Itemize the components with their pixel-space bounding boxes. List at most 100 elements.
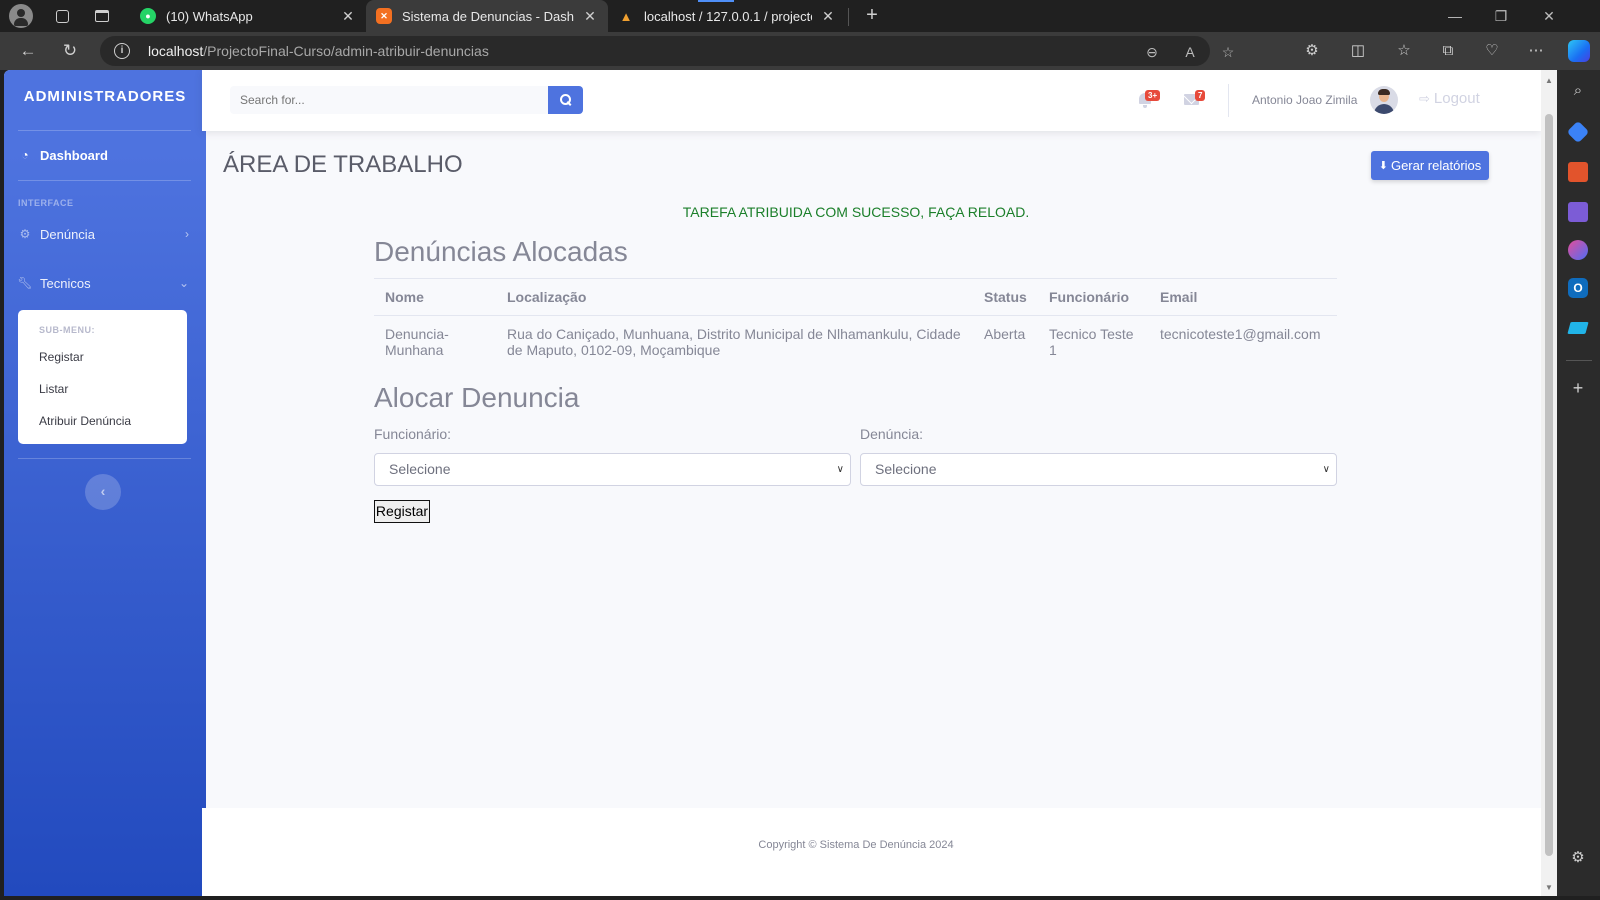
search-icon[interactable]: ⌕: [1568, 82, 1588, 102]
sidebar-item-tecnicos[interactable]: 🔧︎ Tecnicos ⌄: [17, 271, 191, 295]
submenu-item-registar[interactable]: Registar: [39, 350, 84, 364]
submenu-item-listar[interactable]: Listar: [39, 382, 68, 396]
tecnicos-submenu: SUB-MENU: Registar Listar Atribuir Denún…: [18, 310, 187, 444]
cell-status: Aberta: [973, 315, 1038, 368]
scrollbar-thumb[interactable]: [1545, 114, 1553, 856]
favorite-star-icon[interactable]: ☆: [1218, 42, 1238, 62]
tools-briefcase-icon[interactable]: [1568, 162, 1588, 182]
employee-label: Funcionário:: [374, 426, 452, 442]
games-icon[interactable]: [1568, 202, 1588, 222]
cell-email: tecnicoteste1@gmail.com: [1149, 315, 1337, 368]
scroll-up-arrow-icon[interactable]: ▲: [1544, 76, 1554, 85]
allocated-complaints-title: Denúncias Alocadas: [374, 236, 628, 267]
sidebar-divider: [1566, 360, 1592, 361]
avatar[interactable]: [1370, 86, 1398, 114]
complaint-select[interactable]: Selecione ∨: [860, 453, 1337, 486]
workspaces-icon[interactable]: [50, 4, 74, 28]
search-icon: [559, 94, 572, 106]
search-input[interactable]: [230, 86, 548, 114]
browser-tab-whatsapp[interactable]: ● (10) WhatsApp ✕: [130, 0, 366, 32]
restore-button[interactable]: ❐: [1486, 4, 1516, 28]
page-viewport: ADMINISTRADORES ◔ Dashboard INTERFACE ⚙ …: [4, 70, 1557, 896]
complaint-select-value: Selecione: [875, 461, 937, 477]
add-icon[interactable]: +: [1568, 378, 1588, 398]
alerts-badge: 3+: [1145, 90, 1161, 101]
sidebar-toggle-button[interactable]: ‹: [85, 474, 121, 510]
browser-tab-phpmyadmin[interactable]: ▲ localhost / 127.0.0.1 / projectofinal …: [608, 0, 846, 32]
minimize-button[interactable]: —: [1440, 4, 1470, 28]
close-tab-icon[interactable]: ✕: [582, 8, 598, 25]
browser-address-bar: ← ↻ i localhost/ProjectoFinal-Curso/admi…: [0, 32, 1600, 70]
tab-title: localhost / 127.0.0.1 / projectofinal: [644, 8, 812, 24]
site-info-icon[interactable]: i: [114, 43, 130, 59]
close-window-button[interactable]: ✕: [1534, 4, 1564, 28]
browser-tab-dashboard[interactable]: ✕ Sistema de Denuncias - Dashboard ✕: [366, 0, 608, 32]
footer: Copyright © Sistema De Denúncia 2024: [202, 808, 1541, 896]
tab-actions-icon[interactable]: [90, 4, 114, 28]
close-tab-icon[interactable]: ✕: [340, 8, 356, 25]
scroll-down-arrow-icon[interactable]: ▼: [1544, 883, 1554, 892]
outlook-icon[interactable]: O: [1568, 278, 1588, 298]
shopping-tag-icon[interactable]: [1566, 120, 1590, 144]
page-title: ÁREA DE TRABALHO: [223, 151, 463, 178]
settings-gear-icon[interactable]: ⚙: [1568, 848, 1588, 868]
messages-badge: 7: [1195, 90, 1206, 101]
zoom-icon[interactable]: ⊖: [1142, 42, 1162, 62]
download-icon: ⬇: [1378, 160, 1388, 172]
complaint-label: Denúncia:: [860, 426, 924, 442]
chevron-down-icon: ⌄: [178, 276, 189, 290]
logout-link[interactable]: ⇨ Logout: [1419, 90, 1480, 107]
reload-icon[interactable]: ↻: [58, 39, 82, 63]
allocated-complaints-table: Nome Localização Status Funcionário Emai…: [374, 278, 1337, 368]
sign-out-icon: ⇨: [1419, 90, 1430, 106]
extensions-icon[interactable]: ⚙: [1300, 39, 1324, 63]
topbar-divider: [1228, 84, 1229, 117]
tab-title: Sistema de Denuncias - Dashboard: [402, 8, 574, 24]
browser-essentials-icon[interactable]: ♡: [1480, 39, 1504, 63]
search-button[interactable]: [548, 86, 583, 114]
column-header-localizacao: Localização: [496, 278, 973, 316]
table-header-row: Nome Localização Status Funcionário Emai…: [374, 278, 1337, 316]
sidebar-item-label: Tecnicos: [40, 275, 91, 291]
copilot-icon[interactable]: [1568, 40, 1590, 62]
column-header-funcionario: Funcionário: [1038, 278, 1149, 316]
sidebar-item-dashboard[interactable]: ◔ Dashboard: [18, 143, 191, 167]
collections-icon[interactable]: ⧉: [1436, 39, 1460, 63]
close-tab-icon[interactable]: ✕: [820, 8, 836, 25]
favorites-icon[interactable]: ☆: [1392, 39, 1416, 63]
read-aloud-icon[interactable]: A: [1180, 42, 1200, 62]
cell-localizacao: Rua do Caniçado, Munhuana, Distrito Muni…: [496, 315, 973, 368]
register-button[interactable]: Registar: [374, 500, 430, 523]
chevron-down-icon: ∨: [836, 464, 844, 475]
employee-select[interactable]: Selecione ∨: [374, 453, 851, 486]
table-row: Denuncia-Munhana Rua do Caniçado, Munhua…: [374, 315, 1337, 368]
telegram-icon[interactable]: [1567, 322, 1589, 334]
sidebar-brand[interactable]: ADMINISTRADORES: [4, 88, 206, 105]
xampp-icon: ✕: [376, 8, 392, 24]
generate-report-button[interactable]: ⬇ Gerar relatórios: [1371, 151, 1489, 180]
new-tab-button[interactable]: +: [860, 4, 884, 28]
wrench-icon: 🔧︎: [17, 276, 33, 290]
split-screen-icon[interactable]: ◫: [1346, 39, 1370, 63]
tab-divider: [848, 8, 849, 26]
app-sidebar: ADMINISTRADORES ◔ Dashboard INTERFACE ⚙ …: [4, 70, 206, 896]
user-name[interactable]: Antonio Joao Zimila: [1252, 93, 1357, 107]
browser-tab-bar: ● (10) WhatsApp ✕ ✕ Sistema de Denuncias…: [0, 0, 1600, 32]
url-field[interactable]: i localhost/ProjectoFinal-Curso/admin-at…: [100, 36, 1234, 66]
submenu-item-atribuir-denuncia[interactable]: Atribuir Denúncia: [39, 414, 131, 428]
page-scrollbar[interactable]: ▲ ▼: [1541, 70, 1557, 896]
topbar: 3+ 7 Antonio Joao Zimila ⇨ Logout: [202, 70, 1541, 131]
tachometer-icon: ◔: [21, 148, 29, 162]
logout-label: Logout: [1433, 90, 1480, 107]
whatsapp-icon: ●: [140, 8, 156, 24]
more-menu-icon[interactable]: ⋯: [1524, 39, 1548, 63]
allocate-complaint-title: Alocar Denuncia: [374, 382, 580, 413]
m365-icon[interactable]: [1568, 240, 1588, 260]
profile-icon[interactable]: [9, 4, 33, 28]
copyright-text: Copyright © Sistema De Denúncia 2024: [758, 839, 954, 851]
chevron-down-icon: ∨: [1322, 464, 1330, 475]
back-icon[interactable]: ←: [16, 39, 40, 63]
sidebar-item-denuncia[interactable]: ⚙ Denúncia ›: [18, 222, 191, 246]
sidebar-item-label: Denúncia: [40, 226, 95, 242]
url-text: localhost/ProjectoFinal-Curso/admin-atri…: [148, 43, 489, 59]
